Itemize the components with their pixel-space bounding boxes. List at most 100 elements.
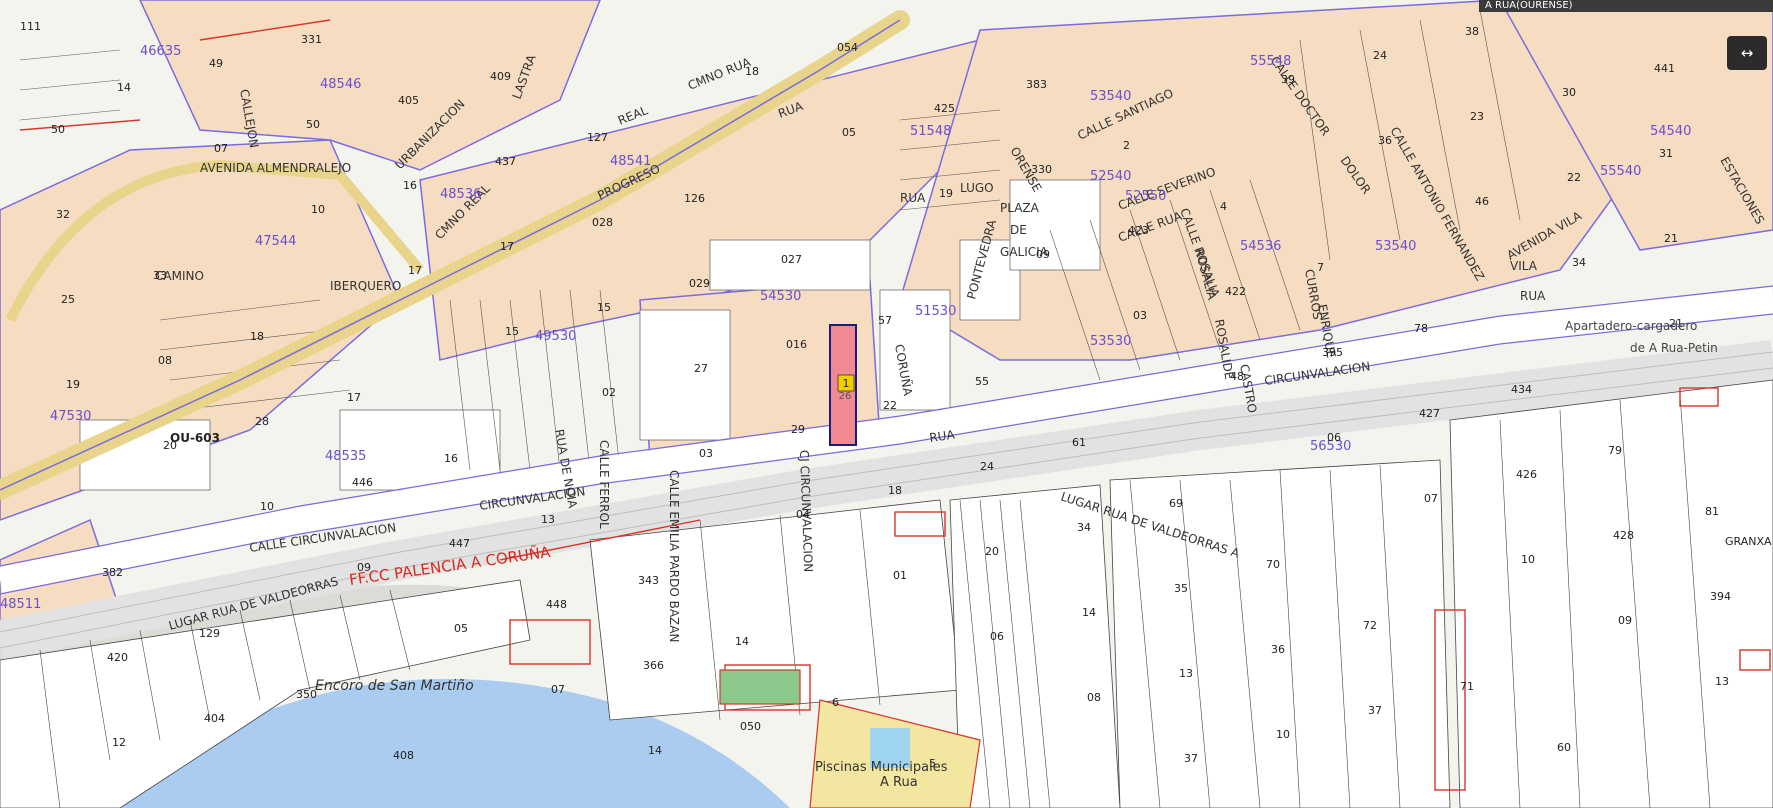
- parcel-number: 016: [786, 338, 807, 351]
- parcel-number: 4: [1220, 200, 1227, 213]
- parcel-number: 32: [56, 208, 70, 221]
- parcel-number: 428: [1613, 529, 1634, 542]
- parcel-number: 054: [837, 41, 858, 54]
- parcel-number: 20: [985, 545, 999, 558]
- parcel-number: 395: [1322, 346, 1343, 359]
- parcel-number: 029: [689, 277, 710, 290]
- parcel-number: 49: [209, 57, 223, 70]
- cadastral-map[interactable]: 1 26 CMNO RUAREALPROGRESORUAAVENIDA ALME…: [0, 0, 1773, 808]
- parcel-number: 36: [1378, 134, 1392, 147]
- parcel-number: 03: [1133, 309, 1147, 322]
- parcel-number: 404: [204, 712, 225, 725]
- cadastral-zone-number: 53540: [1375, 239, 1416, 254]
- parcel-number: 366: [643, 659, 664, 672]
- parcel-number: 126: [684, 192, 705, 205]
- cadastral-zone-number: 48511: [0, 597, 41, 612]
- parcel-number: 15: [505, 325, 519, 338]
- parcel-number: 17: [408, 264, 422, 277]
- parcel-number: 27: [694, 362, 708, 375]
- parcel-number: 18: [888, 484, 902, 497]
- parcel-number: 050: [740, 720, 761, 733]
- parcel-number: 394: [1710, 590, 1731, 603]
- parcel-number: 34: [1572, 256, 1586, 269]
- parcel-number: 37: [1184, 752, 1198, 765]
- parcel-number: 57: [878, 314, 892, 327]
- pool-label-line2: A Rua: [880, 775, 918, 790]
- parcel-number: 28: [255, 415, 269, 428]
- street-name: VILA: [1510, 259, 1538, 273]
- pool-label-line1: Piscinas Municipales: [815, 760, 948, 775]
- station-label-line1: Apartadero-cargadero: [1565, 319, 1697, 333]
- parcel-number: 34: [1077, 521, 1091, 534]
- parcel-number: 330: [1031, 163, 1052, 176]
- street-name: LUGO: [960, 181, 994, 195]
- parcel-number: 13: [1715, 675, 1729, 688]
- parcel-number: 127: [587, 131, 608, 144]
- street-name: CALLE FERROL: [597, 440, 611, 529]
- cadastral-zone-number: 53540: [1090, 89, 1131, 104]
- parcel-number: 17: [347, 391, 361, 404]
- parcel-number: 434: [1511, 383, 1532, 396]
- parcel-number: 37: [1368, 704, 1382, 717]
- parcel-number: 437: [495, 155, 516, 168]
- street-name: IBERQUERO: [330, 279, 401, 293]
- parcel-number: 13: [541, 513, 555, 526]
- street-name: DE: [1010, 223, 1027, 237]
- parcel-number: 22: [883, 399, 897, 412]
- parcel-number: 448: [546, 598, 567, 611]
- location-label: A RUA(OURENSE): [1479, 0, 1773, 12]
- parcel-marker-code: 26: [839, 391, 852, 402]
- parcel-number: 06: [990, 630, 1004, 643]
- cadastral-zone-number: 54530: [760, 289, 801, 304]
- parcel-number: 10: [1521, 553, 1535, 566]
- cadastral-zone-number: 48535: [325, 449, 366, 464]
- parcel-number: 425: [934, 102, 955, 115]
- cadastral-zone-number: 53530: [1090, 334, 1131, 349]
- parcel-number: 60: [1557, 741, 1571, 754]
- cadastral-zone-number: 54536: [1240, 239, 1281, 254]
- parcel-number: 027: [781, 253, 802, 266]
- street-name: CALLE EMILIA PARDO BAZAN: [667, 470, 681, 642]
- cadastral-zone-number: 48536: [440, 187, 481, 202]
- cadastral-zone-number: 47544: [255, 234, 296, 249]
- parcel-number: 24: [980, 460, 994, 473]
- cadastral-zone-number: 54540: [1650, 124, 1691, 139]
- parcel-number: 441: [1654, 62, 1675, 75]
- parcel-number: 446: [352, 476, 373, 489]
- parcel-marker-number: 1: [843, 377, 850, 390]
- parcel-number: 05: [842, 126, 856, 139]
- parcel-number: 29: [791, 423, 805, 436]
- parcel-number: 04: [796, 508, 810, 521]
- parcel-number: 19: [939, 187, 953, 200]
- parcel-number: 111: [20, 20, 41, 33]
- parcel-number: 422: [1225, 285, 1246, 298]
- parcel-number: 2: [1123, 139, 1130, 152]
- arrow-expand-icon[interactable]: ↔: [1727, 36, 1767, 70]
- parcel-number: 447: [449, 537, 470, 550]
- parcel-number: 15: [597, 301, 611, 314]
- parcel-number: 18: [250, 330, 264, 343]
- parcel-number: 50: [51, 123, 65, 136]
- cadastral-zone-number: 46635: [140, 44, 181, 59]
- parcel-number: 14: [648, 744, 662, 757]
- parcel-number: 70: [1266, 558, 1280, 571]
- cadastral-zone-number: 52540: [1090, 169, 1131, 184]
- street-name: RUA: [1520, 289, 1546, 303]
- parcel-number: 48: [1230, 370, 1244, 383]
- parcel-number: 01: [893, 569, 907, 582]
- parcel-number: 07: [551, 683, 565, 696]
- parcel-number: 427: [1419, 407, 1440, 420]
- parcel-number: 19: [66, 378, 80, 391]
- parcel-number: 25: [61, 293, 75, 306]
- parcel-number: 69: [1169, 497, 1183, 510]
- reservoir-label: Encoro de San Martiño: [315, 678, 474, 694]
- parcel-number: 50: [306, 118, 320, 131]
- parcel-number: 10: [260, 500, 274, 513]
- sports-field: [719, 669, 801, 705]
- parcel-number: 405: [398, 94, 419, 107]
- parcel-number: 09: [1618, 614, 1632, 627]
- parcel-number: 028: [592, 216, 613, 229]
- cadastral-zone-number: 48541: [610, 154, 651, 169]
- parcel-number: 02: [602, 386, 616, 399]
- parcel-number: 10: [311, 203, 325, 216]
